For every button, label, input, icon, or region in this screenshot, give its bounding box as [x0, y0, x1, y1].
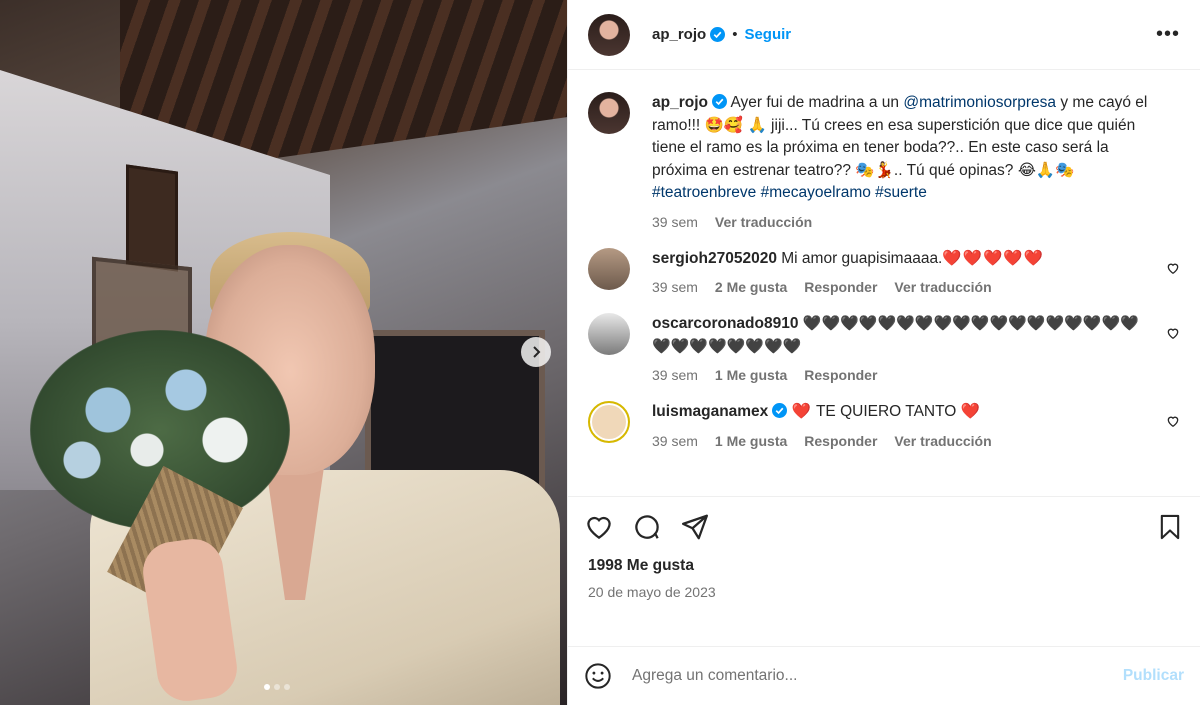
- author-avatar[interactable]: [588, 92, 630, 134]
- caption-username[interactable]: ap_rojo: [652, 94, 708, 111]
- caption-hashtags[interactable]: #teatroenbreve #mecayoelramo #suerte: [652, 184, 927, 201]
- likes-count[interactable]: 1998 Me gusta: [584, 557, 1184, 575]
- more-options-icon[interactable]: •••: [1156, 23, 1180, 46]
- verified-badge-icon: [711, 94, 727, 109]
- caption-text: y me cayó el ramo!!! 🤩🥰 🙏 jiji... Tú cre…: [652, 94, 1148, 179]
- caption-text: Ayer fui de madrina a un: [730, 94, 900, 111]
- translate-link[interactable]: Ver traducción: [894, 433, 991, 449]
- carousel-dots: [264, 684, 290, 690]
- commenter-avatar[interactable]: [588, 313, 630, 355]
- bookmark-icon[interactable]: [1156, 513, 1184, 541]
- comment-item: sergioh27052020 Mi amor guapisimaaaa.❤️❤…: [588, 247, 1180, 295]
- carousel-next-button[interactable]: [521, 337, 551, 367]
- post-actions: 1998 Me gusta 20 de mayo de 2023: [568, 496, 1200, 646]
- commenter-avatar[interactable]: [588, 247, 630, 290]
- comment-time[interactable]: 39 sem: [652, 367, 698, 383]
- post-date: 20 de mayo de 2023: [588, 584, 716, 600]
- post-photo[interactable]: [0, 0, 567, 705]
- carousel-dot: [274, 684, 280, 690]
- comment-likes[interactable]: 2 Me gusta: [715, 279, 787, 295]
- translate-link[interactable]: Ver traducción: [715, 214, 812, 230]
- like-icon[interactable]: [584, 512, 614, 542]
- comment-icon[interactable]: [632, 512, 662, 542]
- caption: ap_rojo Ayer fui de madrina a un @matrim…: [588, 92, 1180, 230]
- comment-item: oscarcoronado8910 🖤🖤🖤🖤🖤🖤🖤🖤🖤🖤🖤🖤🖤🖤🖤🖤🖤🖤🖤🖤🖤🖤…: [588, 313, 1180, 383]
- reply-button[interactable]: Responder: [804, 433, 877, 449]
- author-avatar[interactable]: [588, 13, 630, 56]
- add-comment-bar: Publicar: [568, 646, 1200, 705]
- post-header: ap_rojo • Seguir •••: [568, 0, 1200, 70]
- caption-mention[interactable]: @matrimoniosorpresa: [903, 94, 1056, 111]
- caption-time[interactable]: 39 sem: [652, 214, 698, 230]
- translate-link[interactable]: Ver traducción: [894, 279, 991, 295]
- comment-username[interactable]: luismaganamex: [652, 403, 768, 420]
- follow-button[interactable]: Seguir: [744, 26, 791, 43]
- verified-badge-icon: [772, 403, 788, 418]
- comment-heart: ❤️: [960, 403, 981, 420]
- like-comment-icon[interactable]: [1166, 414, 1180, 428]
- carousel-dot: [264, 684, 270, 690]
- comment-input[interactable]: [632, 667, 1123, 685]
- publish-button[interactable]: Publicar: [1123, 667, 1184, 685]
- comment-time[interactable]: 39 sem: [652, 433, 698, 449]
- photo-frame: [126, 164, 178, 272]
- reply-button[interactable]: Responder: [804, 367, 877, 383]
- post-panel: ap_rojo • Seguir ••• ap_rojo Ayer fui de…: [567, 0, 1200, 705]
- carousel-dot: [284, 684, 290, 690]
- comments-list[interactable]: ap_rojo Ayer fui de madrina a un @matrim…: [568, 70, 1200, 496]
- chevron-right-icon: [533, 346, 541, 358]
- comment-likes[interactable]: 1 Me gusta: [715, 367, 787, 383]
- comment-time[interactable]: 39 sem: [652, 279, 698, 295]
- comment-hearts: ❤️❤️❤️❤️❤️: [942, 249, 1044, 267]
- reply-button[interactable]: Responder: [804, 279, 877, 295]
- comment-text: Mi amor guapisimaaaa.: [781, 249, 943, 267]
- comment-heart: ❤️: [791, 403, 812, 420]
- comment-item: luismaganamex ❤️ TE QUIERO TANTO ❤️ 39 s…: [588, 401, 1180, 449]
- comment-username[interactable]: oscarcoronado8910: [652, 315, 798, 332]
- like-comment-icon[interactable]: [1166, 261, 1180, 275]
- commenter-avatar[interactable]: [588, 401, 630, 443]
- author-username[interactable]: ap_rojo: [652, 26, 706, 43]
- comment-text: TE QUIERO TANTO: [815, 403, 957, 420]
- verified-badge-icon: [710, 27, 726, 42]
- header-separator: •: [732, 26, 738, 43]
- comment-likes[interactable]: 1 Me gusta: [715, 433, 787, 449]
- like-comment-icon[interactable]: [1166, 326, 1180, 340]
- share-icon[interactable]: [680, 512, 710, 542]
- comment-username[interactable]: sergioh27052020: [652, 250, 777, 267]
- emoji-icon[interactable]: [584, 662, 612, 690]
